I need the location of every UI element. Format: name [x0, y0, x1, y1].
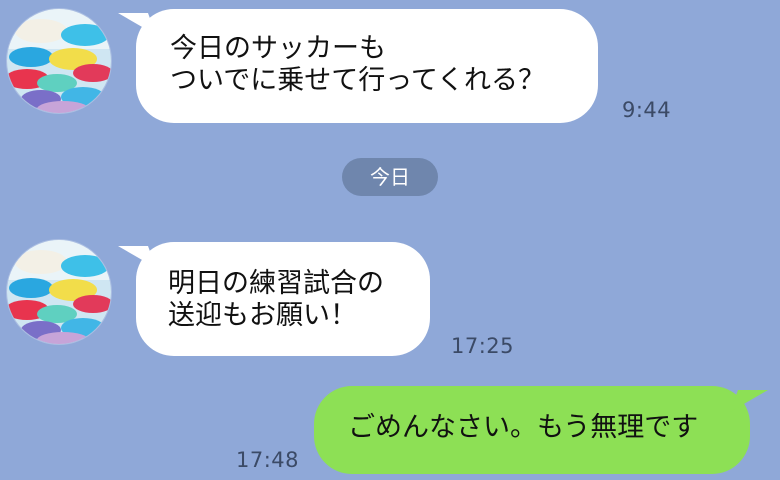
message-text-line: 明日の練習試合の: [168, 268, 384, 299]
message-time: 17:25: [451, 334, 515, 358]
message-bubble-outgoing[interactable]: ごめんなさい。もう無理です: [314, 386, 750, 474]
message-time: 17:48: [236, 448, 300, 472]
message-text-line: 送迎もお願い！: [168, 300, 357, 331]
message-bubble-incoming[interactable]: 今日のサッカーも ついでに乗せて行ってくれる？: [136, 9, 598, 123]
date-separator: 今日: [342, 158, 438, 196]
message-bubble-incoming[interactable]: 明日の練習試合の 送迎もお願い！: [136, 242, 430, 356]
message-text-line: 今日のサッカーも: [170, 33, 386, 64]
sender-avatar[interactable]: [7, 240, 111, 344]
message-text-line: ついでに乗せて行ってくれる？: [170, 65, 546, 96]
message-time: 9:44: [622, 98, 672, 122]
umbrella-photo-avatar-icon: [7, 240, 111, 344]
chat-area[interactable]: 今日のサッカーも ついでに乗せて行ってくれる？ 9:44 今日 明日の練習試合の…: [0, 0, 780, 480]
message-text-line: ごめんなさい。もう無理です: [348, 412, 699, 443]
umbrella-photo-avatar-icon: [7, 9, 111, 113]
sender-avatar[interactable]: [7, 9, 111, 113]
